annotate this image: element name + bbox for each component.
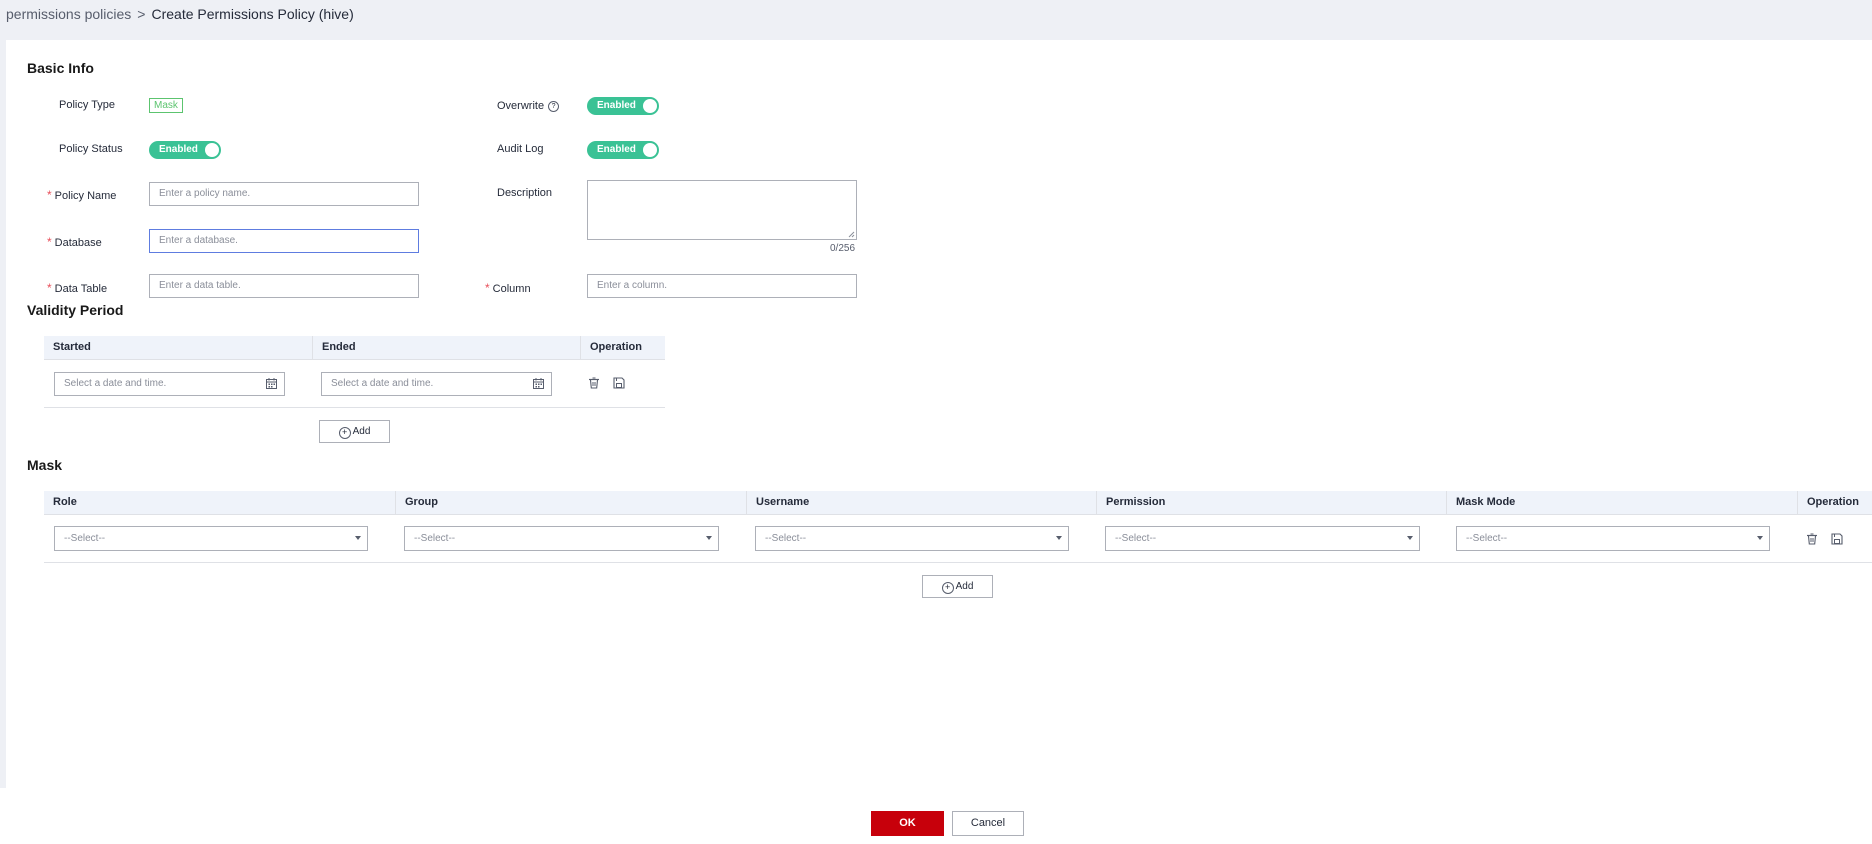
mask-add-button[interactable]: + Add: [922, 575, 993, 598]
add-circle-icon: +: [941, 582, 954, 594]
required-mark: *: [485, 281, 490, 295]
content-panel: [6, 40, 1872, 788]
overwrite-switch[interactable]: Enabled: [587, 97, 659, 115]
resize-handle-icon[interactable]: [848, 231, 855, 238]
ok-button[interactable]: OK: [871, 811, 944, 836]
validity-add-button[interactable]: + Add: [319, 420, 390, 443]
permission-select-value: --Select--: [1115, 533, 1157, 544]
username-select-value: --Select--: [765, 533, 807, 544]
mask-table-header: Role Group Username Permission Mask Mode…: [44, 491, 1872, 514]
column-header-operation: Operation: [580, 336, 665, 359]
ended-date-placeholder: Select a date and time.: [331, 378, 434, 389]
started-date-placeholder: Select a date and time.: [64, 378, 167, 389]
database-input[interactable]: Enter a database.: [149, 229, 419, 253]
delete-icon[interactable]: [1806, 533, 1818, 545]
column-header-started: Started: [53, 341, 91, 353]
breadcrumb: permissions policies > Create Permissions …: [6, 6, 354, 22]
policy-name-input[interactable]: Enter a policy name.: [149, 182, 419, 206]
data-table-input[interactable]: Enter a data table.: [149, 274, 419, 298]
policy-type-label: Policy Type: [59, 99, 116, 111]
save-icon[interactable]: [613, 377, 625, 389]
row-divider: [44, 359, 665, 360]
policy-name-label-text: Policy Name: [54, 190, 117, 202]
add-circle-icon: +: [338, 427, 351, 439]
dropdown-caret-icon: [355, 536, 361, 540]
policy-status-label: Policy Status: [59, 143, 123, 155]
switch-knob: [643, 143, 657, 157]
dropdown-caret-icon: [706, 536, 712, 540]
column-label-text: Column: [492, 283, 531, 295]
row-divider: [44, 407, 665, 408]
overwrite-label-text: Overwrite: [497, 100, 545, 112]
column-header-username: Username: [746, 491, 1096, 514]
row-divider: [44, 514, 1872, 515]
permission-select[interactable]: --Select--: [1105, 526, 1420, 551]
column-header-operation: Operation: [1797, 491, 1872, 514]
overwrite-switch-label: Enabled: [597, 100, 636, 111]
mask-title: Mask: [27, 457, 63, 473]
audit-log-switch-label: Enabled: [597, 144, 636, 155]
required-mark: *: [47, 235, 52, 249]
mask-add-label: Add: [955, 581, 974, 592]
mask-mode-select-value: --Select--: [1466, 533, 1508, 544]
audit-log-label: Audit Log: [497, 143, 544, 155]
description-textarea[interactable]: [587, 180, 857, 240]
group-select-value: --Select--: [414, 533, 456, 544]
data-table-label: * Data Table: [47, 281, 107, 295]
data-table-label-text: Data Table: [54, 283, 108, 295]
audit-log-switch[interactable]: Enabled: [587, 141, 659, 159]
policy-name-label: * Policy Name: [47, 188, 116, 202]
help-icon[interactable]: ?: [548, 101, 560, 112]
policy-type-tag: Mask: [149, 98, 183, 113]
description-counter: 0/256: [830, 243, 856, 254]
group-select[interactable]: --Select--: [404, 526, 719, 551]
calendar-icon[interactable]: [266, 378, 277, 389]
database-label: * Database: [47, 235, 102, 249]
role-select[interactable]: --Select--: [54, 526, 368, 551]
column-header-group: Group: [395, 491, 746, 514]
validity-period-title: Validity Period: [27, 302, 124, 318]
calendar-icon[interactable]: [533, 378, 544, 389]
switch-knob: [643, 99, 657, 113]
dropdown-caret-icon: [1757, 536, 1763, 540]
required-mark: *: [47, 281, 52, 295]
policy-status-switch-label: Enabled: [159, 144, 198, 155]
breadcrumb-separator: >: [137, 6, 146, 22]
column-label: * Column: [485, 281, 531, 295]
role-select-value: --Select--: [64, 533, 106, 544]
database-label-text: Database: [54, 237, 102, 249]
switch-knob: [205, 143, 219, 157]
column-input[interactable]: Enter a column.: [587, 274, 857, 298]
row-divider: [44, 562, 1872, 563]
page-title-context: (hive): [318, 6, 354, 22]
overwrite-label: Overwrite?: [497, 100, 560, 112]
policy-status-switch[interactable]: Enabled: [149, 141, 221, 159]
validity-table-header: Started Ended Operation: [44, 336, 665, 359]
column-header-role: Role: [53, 496, 77, 508]
mask-mode-select[interactable]: --Select--: [1456, 526, 1770, 551]
breadcrumb-parent-link[interactable]: permissions policies: [6, 6, 131, 22]
required-mark: *: [47, 188, 52, 202]
ended-date-picker[interactable]: Select a date and time.: [321, 372, 552, 396]
delete-icon[interactable]: [588, 377, 600, 389]
started-date-picker[interactable]: Select a date and time.: [54, 372, 285, 396]
username-select[interactable]: --Select--: [755, 526, 1069, 551]
column-header-mask-mode: Mask Mode: [1446, 491, 1797, 514]
description-label: Description: [497, 187, 553, 199]
column-header-permission: Permission: [1096, 491, 1446, 514]
validity-add-label: Add: [352, 426, 371, 437]
cancel-button[interactable]: Cancel: [952, 811, 1024, 836]
dropdown-caret-icon: [1407, 536, 1413, 540]
save-icon[interactable]: [1831, 533, 1843, 545]
dropdown-caret-icon: [1056, 536, 1062, 540]
column-header-ended: Ended: [312, 336, 580, 359]
page-title: Create Permissions Policy: [151, 6, 315, 22]
basic-info-title: Basic Info: [27, 60, 94, 76]
